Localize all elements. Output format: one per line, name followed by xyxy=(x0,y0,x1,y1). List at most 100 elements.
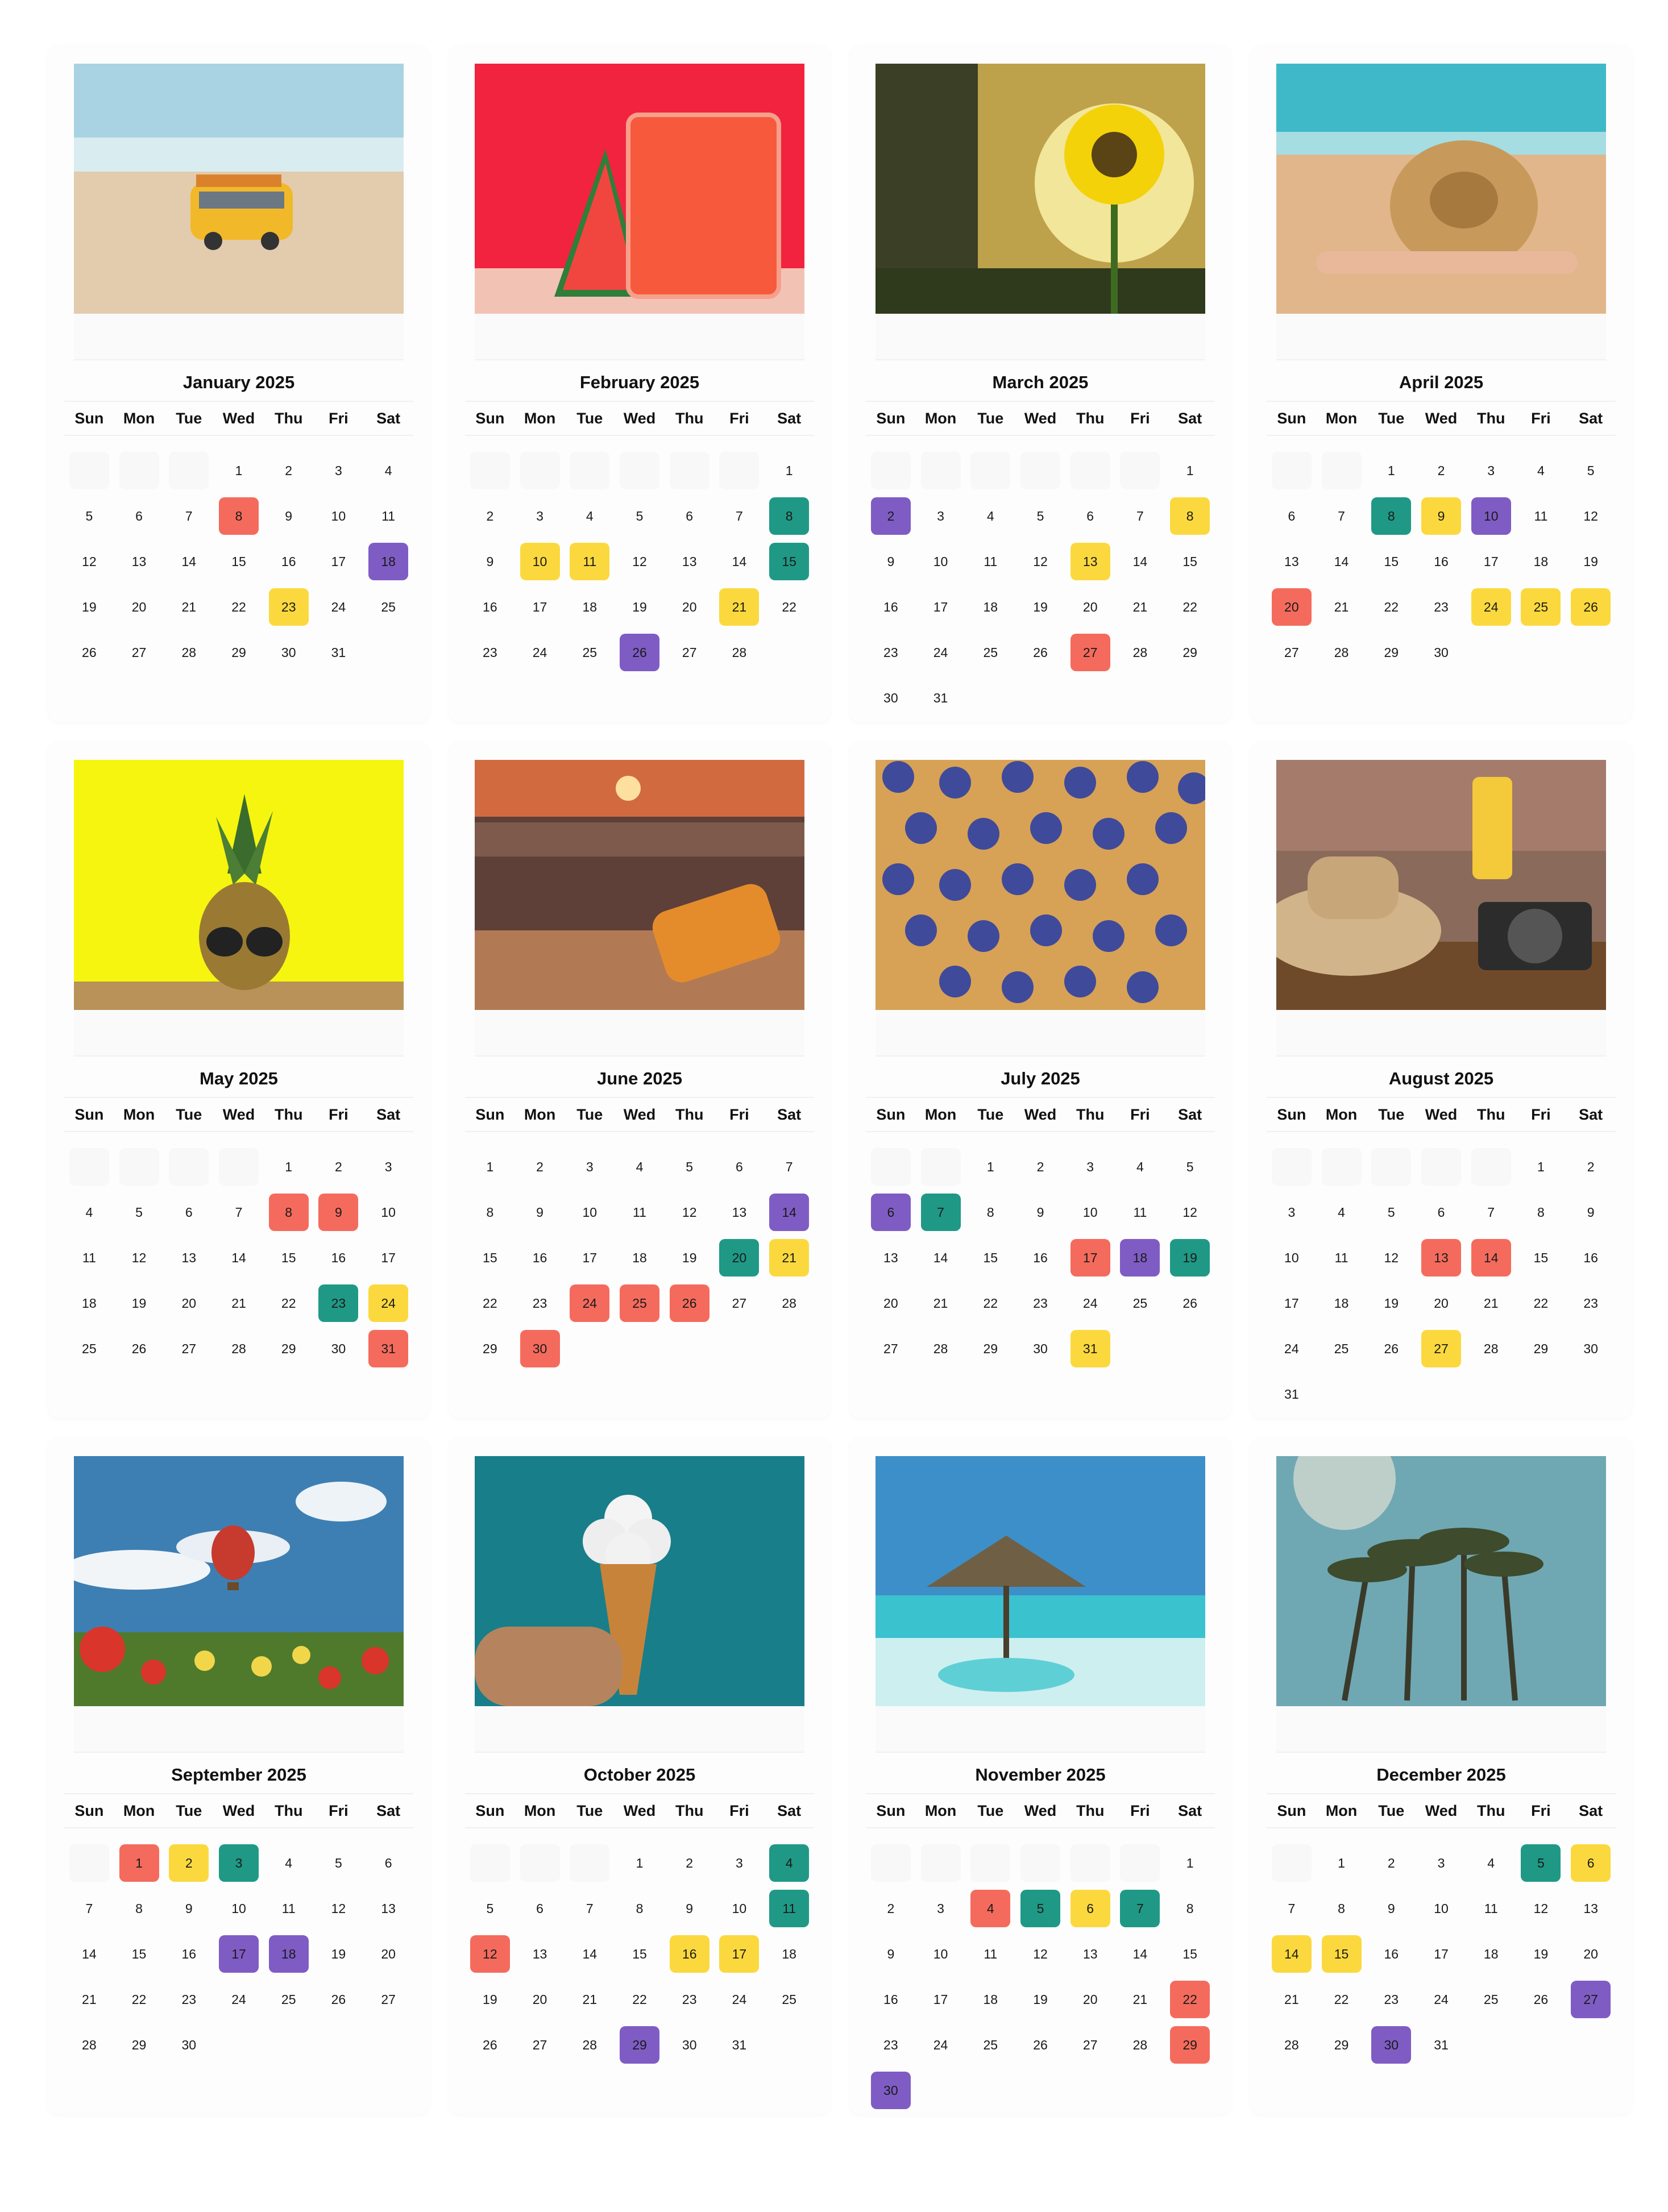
day-cell[interactable]: 15 xyxy=(1165,539,1215,584)
highlighted-day-cell[interactable]: 23 xyxy=(264,584,314,630)
day-cell[interactable]: 14 xyxy=(164,539,214,584)
day-cell[interactable]: 2 xyxy=(1416,448,1466,493)
highlighted-day-cell[interactable]: 30 xyxy=(866,2068,916,2113)
day-cell[interactable]: 28 xyxy=(164,630,214,675)
day-cell[interactable]: 25 xyxy=(1115,1280,1165,1326)
day-cell[interactable]: 30 xyxy=(314,1326,364,1371)
day-cell[interactable]: 4 xyxy=(965,493,1015,539)
day-cell[interactable]: 24 xyxy=(1267,1326,1317,1371)
day-cell[interactable]: 14 xyxy=(565,1931,615,1977)
highlighted-day-cell[interactable]: 29 xyxy=(1165,2022,1215,2068)
highlighted-day-cell[interactable]: 11 xyxy=(764,1886,814,1931)
day-cell[interactable]: 20 xyxy=(866,1280,916,1326)
highlighted-day-cell[interactable]: 14 xyxy=(1267,1931,1317,1977)
day-cell[interactable]: 18 xyxy=(1466,1931,1516,1977)
highlighted-day-cell[interactable]: 27 xyxy=(1566,1977,1616,2022)
day-cell[interactable]: 19 xyxy=(665,1235,715,1280)
day-cell[interactable]: 18 xyxy=(764,1931,814,1977)
day-cell[interactable]: 3 xyxy=(1416,1840,1466,1886)
day-cell[interactable]: 29 xyxy=(465,1326,515,1371)
day-cell[interactable]: 31 xyxy=(1416,2022,1466,2068)
day-cell[interactable]: 15 xyxy=(1165,1931,1215,1977)
day-cell[interactable]: 5 xyxy=(114,1190,164,1235)
day-cell[interactable]: 19 xyxy=(114,1280,164,1326)
day-cell[interactable]: 22 xyxy=(264,1280,314,1326)
day-cell[interactable]: 8 xyxy=(1165,1886,1215,1931)
day-cell[interactable]: 26 xyxy=(114,1326,164,1371)
day-cell[interactable]: 29 xyxy=(1165,630,1215,675)
day-cell[interactable]: 30 xyxy=(665,2022,715,2068)
day-cell[interactable]: 14 xyxy=(1317,539,1367,584)
day-cell[interactable]: 12 xyxy=(1015,1931,1065,1977)
day-cell[interactable]: 2 xyxy=(866,1886,916,1931)
day-cell[interactable]: 9 xyxy=(515,1190,565,1235)
day-cell[interactable]: 27 xyxy=(164,1326,214,1371)
day-cell[interactable]: 20 xyxy=(1065,584,1115,630)
day-cell[interactable]: 1 xyxy=(615,1840,665,1886)
day-cell[interactable]: 30 xyxy=(264,630,314,675)
day-cell[interactable]: 22 xyxy=(465,1280,515,1326)
day-cell[interactable]: 7 xyxy=(764,1144,814,1190)
day-cell[interactable]: 5 xyxy=(64,493,114,539)
day-cell[interactable]: 11 xyxy=(1115,1190,1165,1235)
day-cell[interactable]: 20 xyxy=(515,1977,565,2022)
day-cell[interactable]: 4 xyxy=(363,448,413,493)
day-cell[interactable]: 17 xyxy=(1466,539,1516,584)
day-cell[interactable]: 31 xyxy=(715,2022,765,2068)
day-cell[interactable]: 8 xyxy=(1317,1886,1367,1931)
day-cell[interactable]: 12 xyxy=(64,539,114,584)
day-cell[interactable]: 25 xyxy=(764,1977,814,2022)
day-cell[interactable]: 18 xyxy=(1317,1280,1367,1326)
day-cell[interactable]: 27 xyxy=(665,630,715,675)
day-cell[interactable]: 17 xyxy=(515,584,565,630)
day-cell[interactable]: 28 xyxy=(1115,2022,1165,2068)
day-cell[interactable]: 13 xyxy=(665,539,715,584)
highlighted-day-cell[interactable]: 2 xyxy=(866,493,916,539)
day-cell[interactable]: 23 xyxy=(665,1977,715,2022)
day-cell[interactable]: 12 xyxy=(1165,1190,1215,1235)
day-cell[interactable]: 7 xyxy=(64,1886,114,1931)
day-cell[interactable]: 13 xyxy=(1566,1886,1616,1931)
day-cell[interactable]: 1 xyxy=(264,1144,314,1190)
day-cell[interactable]: 14 xyxy=(1115,1931,1165,1977)
day-cell[interactable]: 27 xyxy=(114,630,164,675)
day-cell[interactable]: 10 xyxy=(214,1886,264,1931)
day-cell[interactable]: 16 xyxy=(1566,1235,1616,1280)
day-cell[interactable]: 9 xyxy=(1366,1886,1416,1931)
day-cell[interactable]: 30 xyxy=(1416,630,1466,675)
day-cell[interactable]: 9 xyxy=(1015,1190,1065,1235)
day-cell[interactable]: 27 xyxy=(715,1280,765,1326)
day-cell[interactable]: 21 xyxy=(64,1977,114,2022)
day-cell[interactable]: 3 xyxy=(565,1144,615,1190)
day-cell[interactable]: 11 xyxy=(965,539,1015,584)
day-cell[interactable]: 5 xyxy=(665,1144,715,1190)
highlighted-day-cell[interactable]: 27 xyxy=(1065,630,1115,675)
day-cell[interactable]: 26 xyxy=(1015,630,1065,675)
day-cell[interactable]: 2 xyxy=(465,493,515,539)
day-cell[interactable]: 8 xyxy=(114,1886,164,1931)
day-cell[interactable]: 5 xyxy=(1566,448,1616,493)
day-cell[interactable]: 6 xyxy=(665,493,715,539)
day-cell[interactable]: 22 xyxy=(965,1280,1015,1326)
day-cell[interactable]: 5 xyxy=(1015,493,1065,539)
highlighted-day-cell[interactable]: 6 xyxy=(866,1190,916,1235)
day-cell[interactable]: 22 xyxy=(1165,584,1215,630)
day-cell[interactable]: 9 xyxy=(1566,1190,1616,1235)
day-cell[interactable]: 28 xyxy=(64,2022,114,2068)
day-cell[interactable]: 8 xyxy=(465,1190,515,1235)
highlighted-day-cell[interactable]: 11 xyxy=(565,539,615,584)
day-cell[interactable]: 17 xyxy=(314,539,364,584)
day-cell[interactable]: 17 xyxy=(1416,1931,1466,1977)
highlighted-day-cell[interactable]: 22 xyxy=(1165,1977,1215,2022)
day-cell[interactable]: 26 xyxy=(1165,1280,1215,1326)
day-cell[interactable]: 14 xyxy=(715,539,765,584)
day-cell[interactable]: 21 xyxy=(565,1977,615,2022)
day-cell[interactable]: 22 xyxy=(1366,584,1416,630)
highlighted-day-cell[interactable]: 15 xyxy=(764,539,814,584)
day-cell[interactable]: 6 xyxy=(515,1886,565,1931)
day-cell[interactable]: 17 xyxy=(565,1235,615,1280)
highlighted-day-cell[interactable]: 21 xyxy=(715,584,765,630)
day-cell[interactable]: 23 xyxy=(866,2022,916,2068)
day-cell[interactable]: 13 xyxy=(164,1235,214,1280)
highlighted-day-cell[interactable]: 6 xyxy=(1566,1840,1616,1886)
